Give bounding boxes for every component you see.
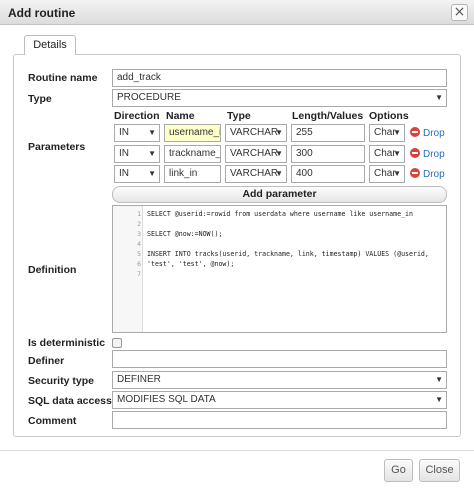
security-type-select[interactable]: DEFINER ▼ bbox=[112, 371, 447, 389]
param-name-input[interactable]: username_i bbox=[164, 124, 221, 142]
line-number: 3 bbox=[137, 230, 141, 238]
close-button[interactable]: Close bbox=[419, 459, 460, 482]
param-options-select[interactable]: Char ▼ bbox=[369, 145, 405, 163]
chevron-down-icon: ▼ bbox=[275, 169, 283, 178]
definer-input[interactable] bbox=[112, 350, 447, 368]
param-type-select[interactable]: VARCHAR ▼ bbox=[225, 145, 287, 163]
chevron-down-icon: ▼ bbox=[435, 93, 443, 102]
param-direction-value: IN bbox=[119, 168, 129, 179]
param-length-input[interactable]: 255 bbox=[291, 124, 365, 142]
param-direction-value: IN bbox=[119, 127, 129, 138]
line-number: 7 bbox=[137, 270, 141, 278]
parameters-label: Parameters bbox=[28, 141, 86, 153]
param-drop-label: Drop bbox=[423, 169, 445, 180]
param-type-value: VARCHAR bbox=[230, 127, 279, 138]
type-select-value: PROCEDURE bbox=[117, 92, 181, 103]
code-line: SELECT @userid:=rowid from userdata wher… bbox=[147, 210, 413, 218]
dialog-titlebar: Add routine × bbox=[0, 0, 474, 25]
line-number: 1 bbox=[137, 210, 141, 218]
param-name-input[interactable]: trackname_ bbox=[164, 145, 221, 163]
type-label: Type bbox=[28, 93, 52, 105]
dialog-footer: Go Close bbox=[0, 450, 474, 493]
chevron-down-icon: ▼ bbox=[275, 128, 283, 137]
line-number: 6 bbox=[137, 260, 141, 268]
chevron-down-icon: ▼ bbox=[435, 395, 443, 404]
chevron-down-icon: ▼ bbox=[435, 375, 443, 384]
chevron-down-icon: ▼ bbox=[393, 169, 401, 178]
param-drop-link[interactable]: Drop bbox=[410, 127, 445, 139]
close-icon[interactable]: × bbox=[451, 4, 468, 21]
param-type-value: VARCHAR bbox=[230, 168, 279, 179]
param-direction-select[interactable]: IN ▼ bbox=[114, 145, 160, 163]
param-drop-link[interactable]: Drop bbox=[410, 148, 445, 160]
line-number: 4 bbox=[137, 240, 141, 248]
drop-circle-icon bbox=[410, 148, 420, 158]
code-line: INSERT INTO tracks(userid, trackname, li… bbox=[147, 250, 429, 258]
sql-data-access-value: MODIFIES SQL DATA bbox=[117, 394, 216, 405]
code-line: SELECT @now:=NOW(); bbox=[147, 230, 223, 238]
security-type-value: DEFINER bbox=[117, 374, 161, 385]
definer-label: Definer bbox=[28, 355, 65, 367]
line-number: 5 bbox=[137, 250, 141, 258]
param-drop-link[interactable]: Drop bbox=[410, 168, 445, 180]
add-parameter-button[interactable]: Add parameter bbox=[112, 186, 447, 203]
param-type-select[interactable]: VARCHAR ▼ bbox=[225, 124, 287, 142]
param-col-name: Name bbox=[166, 110, 195, 122]
param-direction-value: IN bbox=[119, 148, 129, 159]
param-direction-select[interactable]: IN ▼ bbox=[114, 124, 160, 142]
param-options-select[interactable]: Char ▼ bbox=[369, 124, 405, 142]
chevron-down-icon: ▼ bbox=[148, 128, 156, 137]
drop-circle-icon bbox=[410, 168, 420, 178]
drop-circle-icon bbox=[410, 127, 420, 137]
param-col-length: Length/Values bbox=[292, 110, 364, 122]
routine-name-input[interactable]: add_track bbox=[112, 69, 447, 87]
dialog-title: Add routine bbox=[8, 6, 76, 20]
editor-gutter: 1 2 3 4 5 6 7 bbox=[113, 206, 143, 332]
param-col-direction: Direction bbox=[114, 110, 160, 122]
param-options-select[interactable]: Char ▼ bbox=[369, 165, 405, 183]
is-deterministic-label: Is deterministic bbox=[28, 337, 106, 349]
security-type-label: Security type bbox=[28, 375, 94, 387]
param-type-select[interactable]: VARCHAR ▼ bbox=[225, 165, 287, 183]
param-drop-label: Drop bbox=[423, 128, 445, 139]
param-drop-label: Drop bbox=[423, 149, 445, 160]
sql-data-access-select[interactable]: MODIFIES SQL DATA ▼ bbox=[112, 391, 447, 409]
param-name-input[interactable]: link_in bbox=[164, 165, 221, 183]
code-line: 'test', 'test', @now); bbox=[147, 260, 235, 268]
comment-input[interactable] bbox=[112, 411, 447, 429]
sql-data-access-label: SQL data access bbox=[28, 395, 112, 407]
definition-editor[interactable]: 1 2 3 4 5 6 7 SELECT @userid:=rowid from… bbox=[112, 205, 447, 333]
line-number: 2 bbox=[137, 220, 141, 228]
tab-details[interactable]: Details bbox=[24, 35, 76, 55]
param-length-input[interactable]: 300 bbox=[291, 145, 365, 163]
chevron-down-icon: ▼ bbox=[148, 169, 156, 178]
chevron-down-icon: ▼ bbox=[393, 149, 401, 158]
type-select[interactable]: PROCEDURE ▼ bbox=[112, 89, 447, 107]
chevron-down-icon: ▼ bbox=[275, 149, 283, 158]
routine-name-label: Routine name bbox=[28, 72, 98, 84]
param-direction-select[interactable]: IN ▼ bbox=[114, 165, 160, 183]
definition-label: Definition bbox=[28, 264, 77, 276]
param-col-type: Type bbox=[227, 110, 251, 122]
param-length-input[interactable]: 400 bbox=[291, 165, 365, 183]
go-button[interactable]: Go bbox=[384, 459, 413, 482]
param-type-value: VARCHAR bbox=[230, 148, 279, 159]
chevron-down-icon: ▼ bbox=[393, 128, 401, 137]
chevron-down-icon: ▼ bbox=[148, 149, 156, 158]
is-deterministic-checkbox[interactable] bbox=[112, 338, 122, 348]
comment-label: Comment bbox=[28, 415, 77, 427]
param-col-options: Options bbox=[369, 110, 409, 122]
